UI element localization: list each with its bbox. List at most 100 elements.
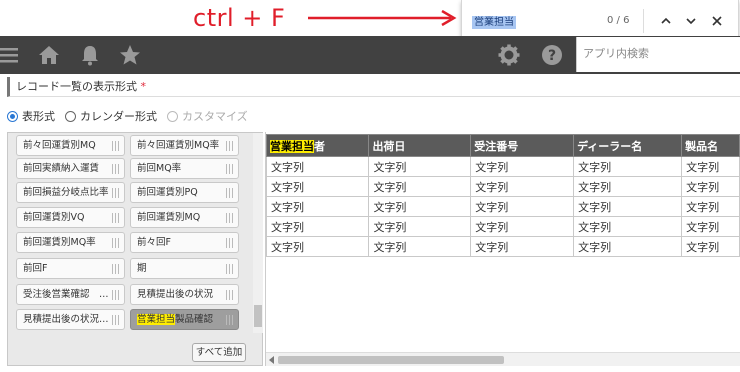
table-cell: 文字列 [368, 216, 472, 237]
column-header-label: 者 [314, 139, 325, 153]
chevron-down-icon [686, 18, 696, 25]
search-highlight: 営業担当 [270, 139, 314, 153]
field-chip[interactable]: 前回運賃別MQ [130, 207, 239, 228]
list-preview: 営業担当者 出荷日 受注番号 ディーラー名 製品名 文字列 文字列 文字列 文字列 文字… [265, 132, 740, 366]
drag-handle-icon[interactable] [226, 213, 233, 223]
table-row: 文字列 文字列 文字列 文字列 文字列 [266, 196, 740, 217]
table-cell: 文字列 [266, 176, 370, 197]
field-chip[interactable]: 前々回運賃別MQ率 [130, 135, 239, 156]
drag-handle-icon[interactable] [226, 238, 233, 248]
bell-icon[interactable] [78, 43, 102, 67]
table-cell: 文字列 [266, 196, 370, 217]
table-cell: 文字列 [573, 176, 683, 197]
radio-dot[interactable] [7, 110, 18, 122]
radio-label: 表形式 [22, 110, 55, 123]
field-chip-label: 前々回運賃別MQ [23, 140, 96, 151]
drag-handle-icon[interactable] [226, 141, 233, 151]
drag-handle-icon[interactable] [112, 141, 119, 151]
field-chip[interactable]: 前回F [16, 258, 125, 279]
find-query: 営業担当 [472, 16, 516, 29]
field-chip[interactable]: 前回運賃別MQ率 [16, 232, 125, 253]
table-cell: 文字列 [470, 236, 575, 257]
table-cell: 文字列 [573, 236, 683, 257]
drag-handle-icon[interactable] [112, 238, 119, 248]
radio-dot[interactable] [65, 110, 76, 122]
column-header[interactable]: ディーラー名 [573, 134, 683, 157]
horizontal-scrollbar[interactable] [266, 352, 740, 366]
search-highlight: 営業担当 [137, 314, 176, 325]
gear-icon[interactable] [497, 43, 521, 67]
drag-handle-icon[interactable] [112, 188, 119, 198]
field-chip-label: 前回実績納入運賃 [23, 163, 100, 174]
drag-handle-icon[interactable] [112, 264, 119, 274]
radio-calendar[interactable]: カレンダー形式 [65, 108, 157, 124]
drag-handle-icon[interactable] [226, 315, 233, 325]
menu-icon[interactable] [0, 43, 22, 67]
find-match-count: 0 / 6 [607, 15, 630, 26]
section-title-text: レコード一覧の表示形式 [16, 80, 137, 93]
find-close-button[interactable] [707, 11, 727, 31]
drag-handle-icon[interactable] [226, 290, 233, 300]
app-search-input[interactable] [577, 37, 727, 70]
field-chip-label: 前回運賃別MQ率 [23, 237, 96, 248]
field-chip[interactable]: 期 [130, 258, 239, 279]
table-row: 文字列 文字列 文字列 文字列 文字列 [266, 216, 740, 237]
drag-handle-icon[interactable] [112, 315, 119, 325]
field-chip[interactable]: 前回MQ率 [130, 158, 239, 179]
radio-label: カレンダー形式 [80, 110, 157, 123]
find-next-button[interactable] [681, 11, 701, 31]
required-mark: * [140, 80, 147, 93]
palette-scrollbar[interactable] [253, 133, 263, 333]
field-chip[interactable]: 前回運賃別PQ [130, 182, 239, 203]
column-header[interactable]: 営業担当者 [266, 134, 370, 157]
field-chip[interactable]: 受注後営業確認 … [16, 284, 125, 305]
field-chip[interactable]: 見積提出後の状況… [16, 309, 125, 330]
table-cell: 文字列 [681, 176, 740, 197]
field-chip[interactable]: 前々回F [130, 232, 239, 253]
table-cell: 文字列 [681, 216, 740, 237]
table-cell: 文字列 [470, 216, 575, 237]
table-cell: 文字列 [368, 156, 472, 177]
table-cell: 文字列 [470, 156, 575, 177]
field-chip-selected[interactable]: 営業担当製品確認 [130, 309, 239, 330]
field-chip-label: 前回MQ率 [137, 163, 182, 174]
field-chip-label: 製品確認 [175, 314, 214, 325]
table-header-row: 営業担当者 出荷日 受注番号 ディーラー名 製品名 [266, 134, 740, 157]
field-chip-label: 前回運賃別MQ [137, 212, 201, 223]
field-chip[interactable]: 前回実績納入運賃 [16, 158, 125, 179]
scroll-left-arrow-icon[interactable] [269, 356, 274, 364]
table-row: 文字列 文字列 文字列 文字列 文字列 [266, 156, 740, 177]
field-chip[interactable]: 前々回運賃別MQ [16, 135, 125, 156]
column-header[interactable]: 受注番号 [470, 134, 575, 157]
field-chip[interactable]: 前回運賃別VQ [16, 207, 125, 228]
column-header[interactable]: 出荷日 [368, 134, 472, 157]
drag-handle-icon[interactable] [226, 188, 233, 198]
drag-handle-icon[interactable] [112, 213, 119, 223]
field-chip-label: 期 [137, 263, 147, 274]
find-previous-button[interactable] [656, 11, 676, 31]
star-icon[interactable] [118, 43, 142, 67]
chevron-up-icon [661, 17, 671, 24]
table-cell: 文字列 [368, 176, 472, 197]
find-divider [643, 9, 644, 33]
table-cell: 文字列 [573, 216, 683, 237]
field-chip-label: 前々回運賃別MQ率 [137, 140, 220, 151]
add-all-button[interactable]: すべて追加 [192, 343, 246, 362]
help-icon[interactable]: ? [540, 43, 564, 67]
radio-table[interactable]: 表形式 [7, 108, 55, 124]
field-chip-label: 前回損益分岐点比率 [23, 187, 109, 198]
table-cell: 文字列 [368, 196, 472, 217]
column-header[interactable]: 製品名 [681, 134, 740, 157]
drag-handle-icon[interactable] [112, 290, 119, 300]
scrollbar-thumb[interactable] [254, 305, 262, 327]
drag-handle-icon[interactable] [226, 164, 233, 174]
annotation-label: ctrl + F [193, 4, 286, 32]
field-chip[interactable]: 前回損益分岐点比率 [16, 182, 125, 203]
table-cell: 文字列 [266, 156, 370, 177]
find-input[interactable]: 営業担当 [472, 13, 516, 29]
drag-handle-icon[interactable] [226, 264, 233, 274]
field-chip[interactable]: 見積提出後の状況 [130, 284, 239, 305]
drag-handle-icon[interactable] [112, 164, 119, 174]
scrollbar-thumb[interactable] [278, 356, 504, 364]
home-icon[interactable] [37, 43, 61, 67]
